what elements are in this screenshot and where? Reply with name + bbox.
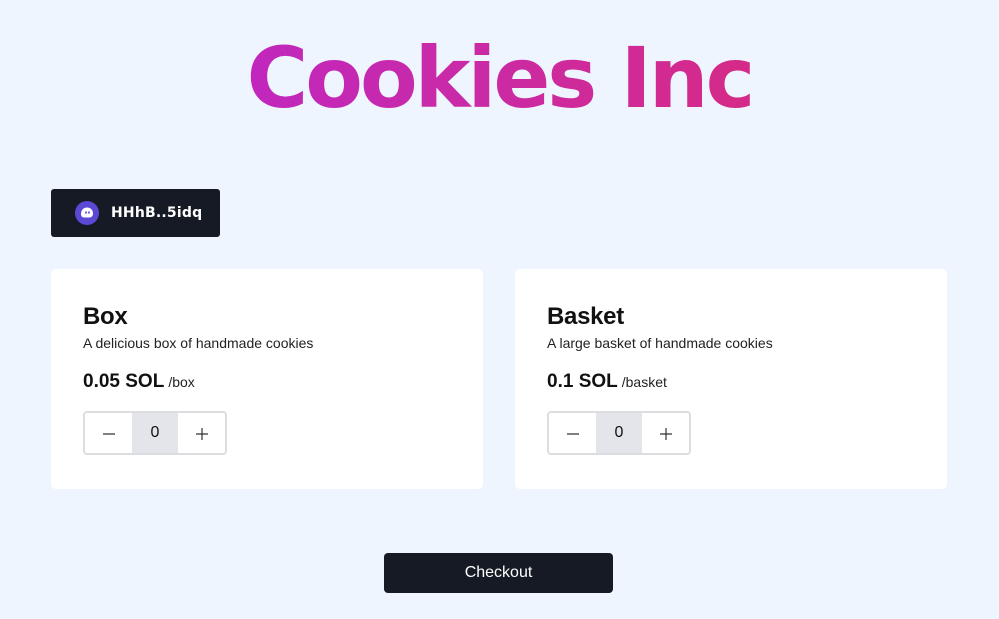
price-unit: /box xyxy=(168,374,195,390)
price-row: 0.05 SOL /box xyxy=(83,371,451,393)
wallet-address: HHhB..5idq xyxy=(111,205,203,221)
minus-icon xyxy=(566,433,579,435)
quantity-value[interactable]: 0 xyxy=(132,413,178,453)
wallet-button[interactable]: HHhB..5idq xyxy=(51,189,220,237)
product-price: 0.05 SOL xyxy=(83,371,165,392)
price-unit: /basket xyxy=(621,374,667,390)
plus-icon xyxy=(659,428,672,440)
quantity-stepper: 0 xyxy=(547,411,691,455)
product-description: A large basket of handmade cookies xyxy=(547,335,773,351)
increment-button[interactable] xyxy=(642,413,689,453)
price-row: 0.1 SOL /basket xyxy=(547,371,915,393)
quantity-value[interactable]: 0 xyxy=(596,413,642,453)
increment-button[interactable] xyxy=(178,413,225,453)
product-name: Basket xyxy=(547,303,624,330)
page-title: Cookies Inc xyxy=(0,26,999,130)
plus-icon xyxy=(195,428,208,440)
product-price: 0.1 SOL xyxy=(547,371,618,392)
phantom-ghost-icon xyxy=(75,201,99,225)
decrement-button[interactable] xyxy=(549,413,596,453)
minus-icon xyxy=(102,433,115,435)
decrement-button[interactable] xyxy=(85,413,132,453)
product-card-box: Box A delicious box of handmade cookies … xyxy=(51,269,483,489)
product-card-basket: Basket A large basket of handmade cookie… xyxy=(515,269,947,489)
checkout-button[interactable]: Checkout xyxy=(384,553,613,593)
product-name: Box xyxy=(83,303,128,330)
product-description: A delicious box of handmade cookies xyxy=(83,335,314,351)
quantity-stepper: 0 xyxy=(83,411,227,455)
